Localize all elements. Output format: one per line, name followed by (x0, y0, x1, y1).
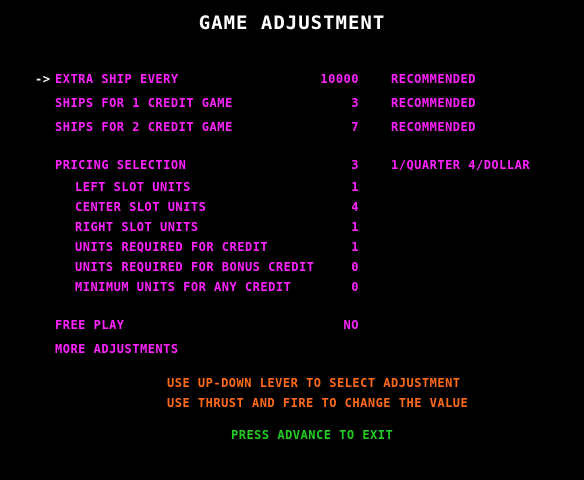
menu-row-label: SHIPS FOR 2 CREDIT GAME (55, 120, 233, 134)
menu-row-label: SHIPS FOR 1 CREDIT GAME (55, 96, 233, 110)
menu-row-label: MORE ADJUSTMENTS (55, 342, 179, 356)
menu-row-note: 1/QUARTER 4/DOLLAR (391, 158, 531, 172)
instruction-select: USE UP-DOWN LEVER TO SELECT ADJUSTMENT (167, 376, 461, 390)
menu-row-value: 0 (351, 260, 359, 274)
menu-row-label: MINIMUM UNITS FOR ANY CREDIT (75, 280, 292, 294)
menu-row-value: 4 (351, 200, 359, 214)
menu-row-label: FREE PLAY (55, 318, 125, 332)
menu-row-note: RECOMMENDED (391, 72, 476, 86)
menu-row-value: 1 (351, 240, 359, 254)
menu-row-value: 0 (351, 280, 359, 294)
menu-row-label: UNITS REQUIRED FOR CREDIT (75, 240, 269, 254)
menu-row-value: 3 (351, 158, 359, 172)
page-title: GAME ADJUSTMENT (198, 12, 386, 34)
selection-cursor-icon: -> (35, 72, 51, 86)
menu-row-label: CENTER SLOT UNITS (75, 200, 207, 214)
menu-row-label: LEFT SLOT UNITS (75, 180, 191, 194)
menu-row-note: RECOMMENDED (391, 120, 476, 134)
menu-row-value: 7 (351, 120, 359, 134)
menu-row-value: 1 (351, 220, 359, 234)
menu-row-label: PRICING SELECTION (55, 158, 187, 172)
menu-row-value: 10000 (320, 72, 359, 86)
menu-row-note: RECOMMENDED (391, 96, 476, 110)
instruction-change: USE THRUST AND FIRE TO CHANGE THE VALUE (167, 396, 469, 410)
menu-row-label: EXTRA SHIP EVERY (55, 72, 179, 86)
menu-row-label: RIGHT SLOT UNITS (75, 220, 199, 234)
menu-row-value: 3 (351, 96, 359, 110)
menu-row-label: UNITS REQUIRED FOR BONUS CREDIT (75, 260, 315, 274)
menu-row-value: NO (343, 318, 359, 332)
exit-prompt: PRESS ADVANCE TO EXIT (231, 428, 394, 442)
game-adjustment-screen: GAME ADJUSTMENT -> EXTRA SHIP EVERY 1000… (0, 0, 584, 480)
menu-row-value: 1 (351, 180, 359, 194)
